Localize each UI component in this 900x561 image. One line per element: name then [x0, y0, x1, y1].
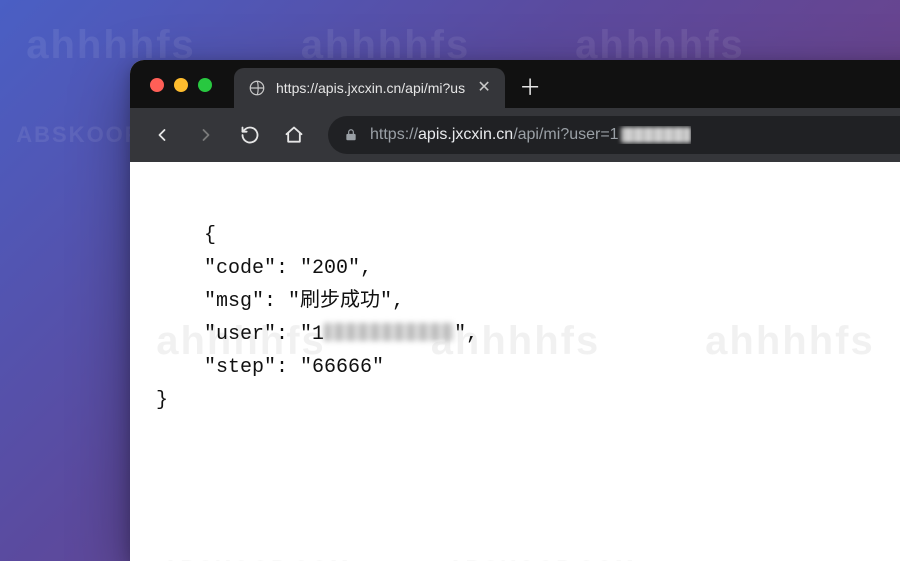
json-key-step: "step" — [204, 356, 276, 379]
json-val-step: "66666" — [300, 356, 384, 379]
forward-button[interactable] — [188, 117, 224, 153]
maximize-window-button[interactable] — [198, 78, 212, 92]
censored-url-segment — [621, 127, 691, 143]
page-content: ahhhhfs ahhhhfs ahhhhfs ABSKOOP.COM ABSK… — [130, 162, 900, 441]
json-val-user-suffix: " — [454, 323, 466, 346]
new-tab-button[interactable]: ＋ — [515, 71, 545, 101]
toolbar: https://apis.jxcxin.cn/api/mi?user=1 — [130, 108, 900, 162]
home-button[interactable] — [276, 117, 312, 153]
json-val-user-prefix: "1 — [300, 323, 324, 346]
close-window-button[interactable] — [150, 78, 164, 92]
json-key-user: "user" — [204, 323, 276, 346]
json-val-code: "200" — [300, 257, 360, 280]
json-val-msg: "刷步成功" — [288, 290, 392, 313]
json-key-msg: "msg" — [204, 290, 264, 313]
json-brace-open: { — [204, 224, 216, 247]
browser-tab[interactable]: https://apis.jxcxin.cn/api/mi?us ✕ — [234, 68, 505, 108]
back-button[interactable] — [144, 117, 180, 153]
url-text: https://apis.jxcxin.cn/api/mi?user=1 — [370, 126, 691, 144]
censored-user-value — [324, 323, 454, 341]
tab-strip: https://apis.jxcxin.cn/api/mi?us ✕ ＋ — [234, 68, 545, 108]
json-key-code: "code" — [204, 257, 276, 280]
api-icon — [248, 79, 266, 97]
close-tab-button[interactable]: ✕ — [475, 79, 493, 97]
titlebar: https://apis.jxcxin.cn/api/mi?us ✕ ＋ — [130, 60, 900, 108]
address-bar[interactable]: https://apis.jxcxin.cn/api/mi?user=1 — [328, 116, 900, 154]
tab-title: https://apis.jxcxin.cn/api/mi?us — [276, 80, 465, 96]
lock-icon — [344, 128, 358, 142]
traffic-lights — [150, 78, 212, 92]
json-brace-close: } — [156, 389, 168, 412]
browser-window: https://apis.jxcxin.cn/api/mi?us ✕ ＋ htt… — [130, 60, 900, 561]
minimize-window-button[interactable] — [174, 78, 188, 92]
reload-button[interactable] — [232, 117, 268, 153]
